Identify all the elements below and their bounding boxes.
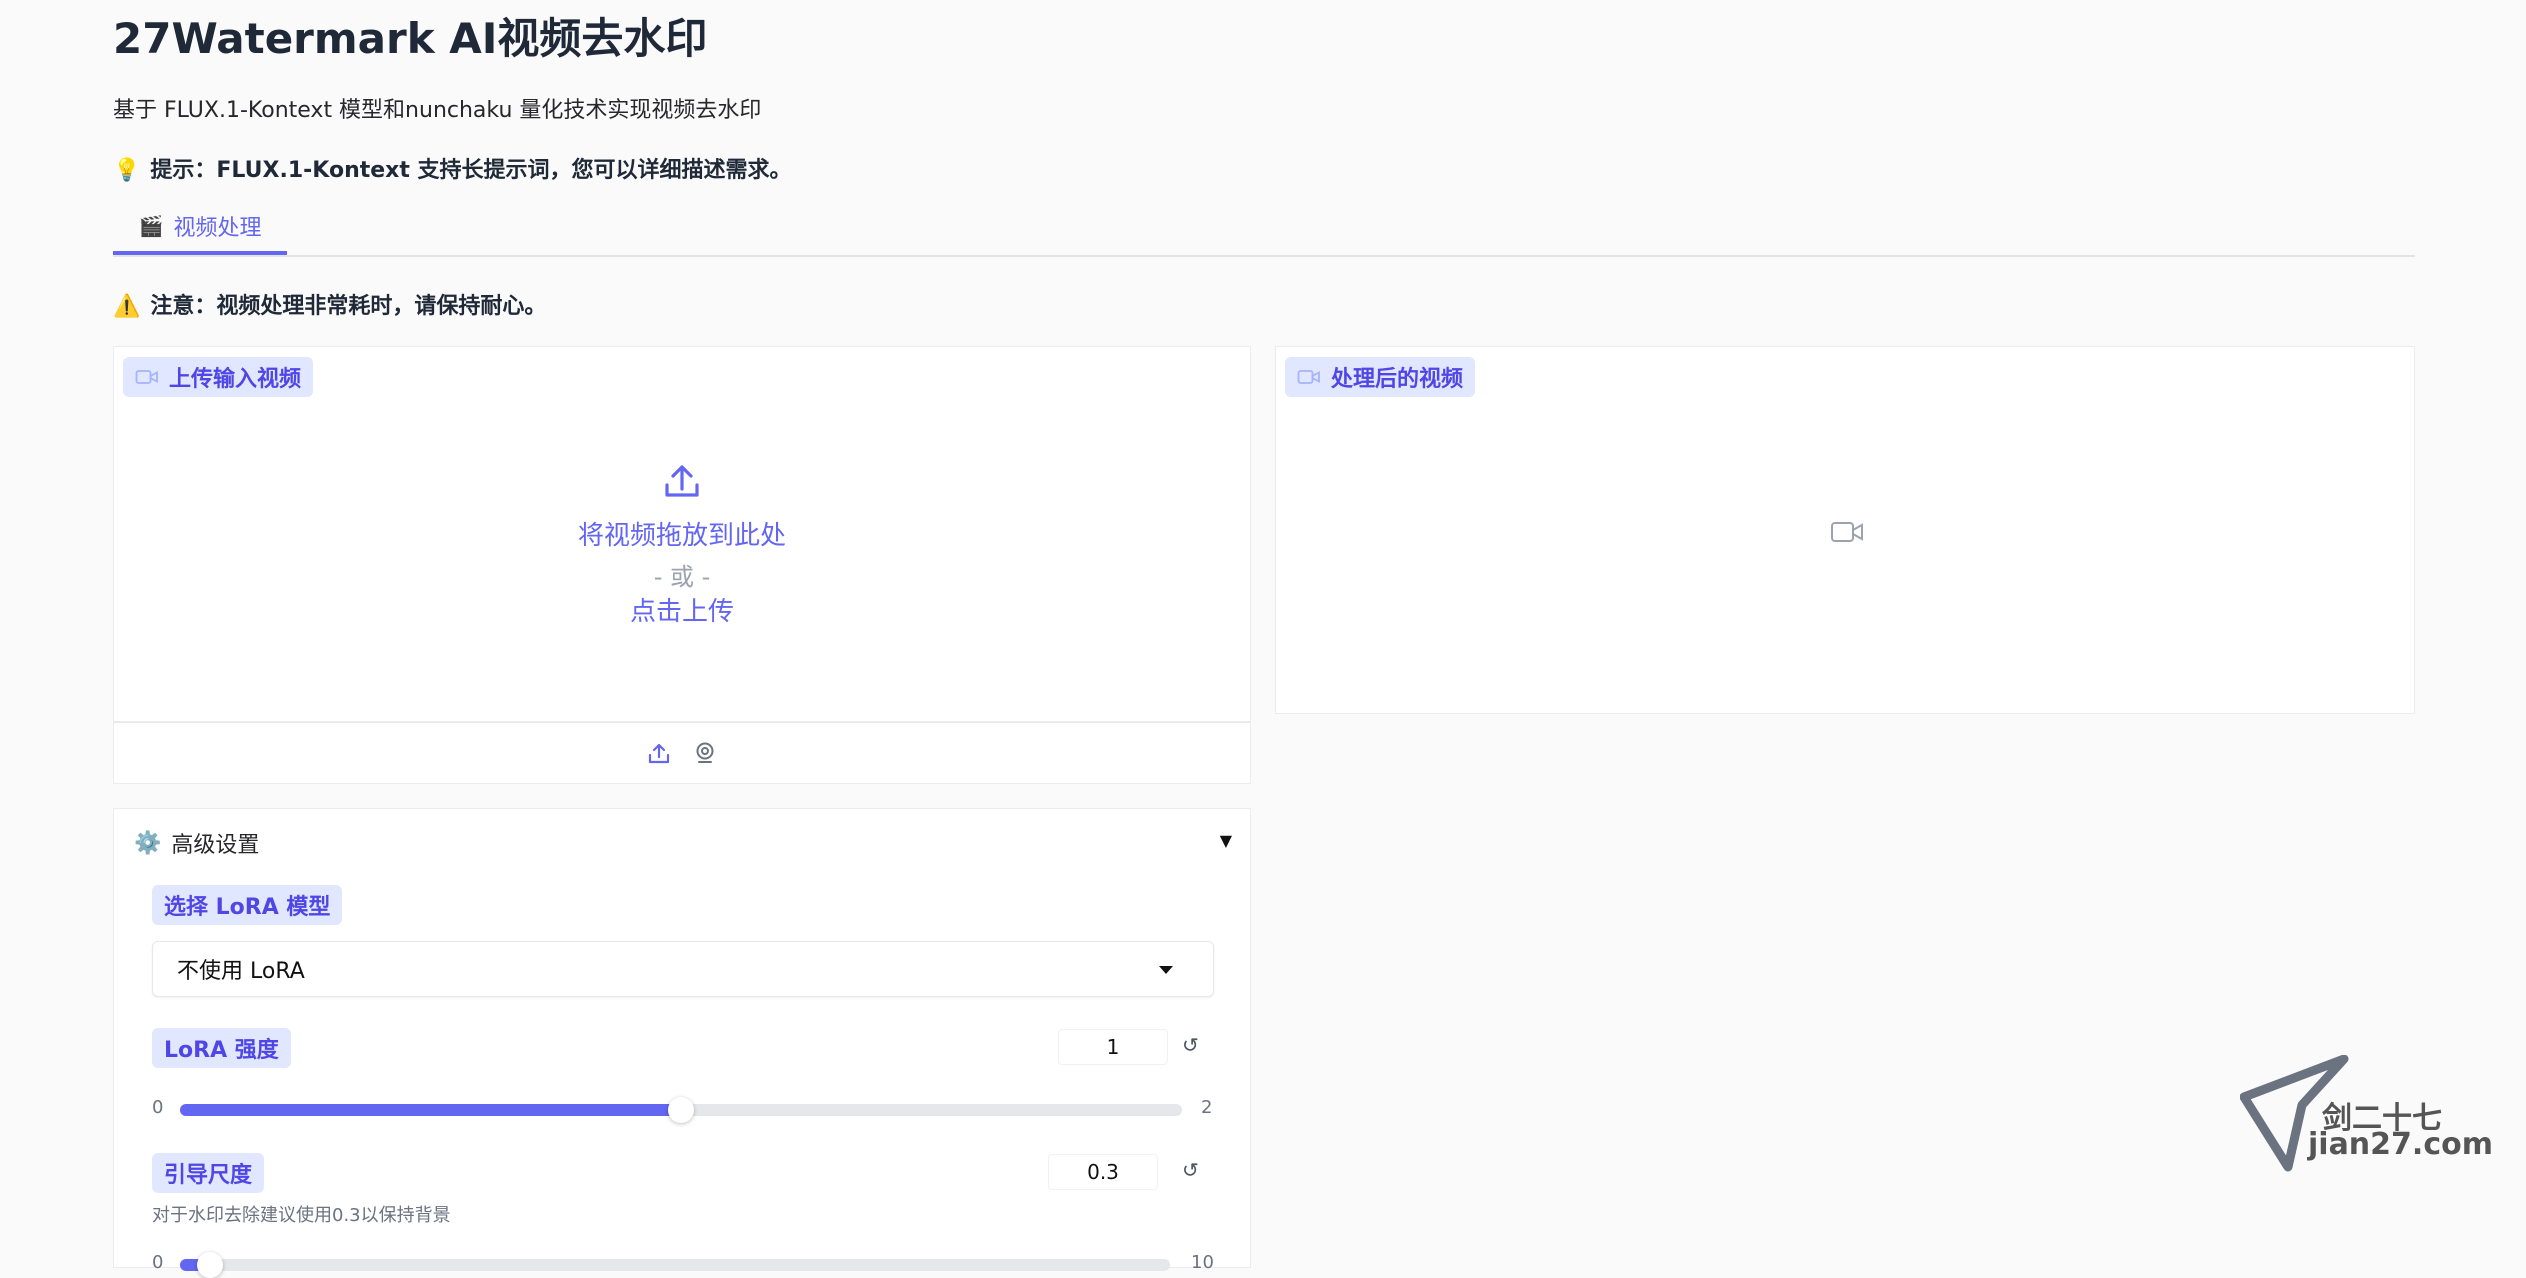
- video-placeholder-icon: [1831, 522, 1863, 542]
- watermark-line2: jian27.com: [2308, 1127, 2493, 1162]
- drop-text: 将视频拖放到此处: [577, 521, 786, 551]
- tip-label: 提示：FLUX.1-Kontext 支持长提示词，您可以详细描述需求。: [150, 158, 792, 183]
- lora-strength-input[interactable]: 1: [1058, 1029, 1168, 1065]
- reset-icon[interactable]: ↺: [1182, 1033, 1199, 1057]
- tip-text: 💡 提示：FLUX.1-Kontext 支持长提示词，您可以详细描述需求。: [113, 152, 792, 184]
- lora-strength-max: 2: [1201, 1097, 1213, 1118]
- webcam-icon: [696, 742, 714, 763]
- lora-strength-thumb[interactable]: [668, 1097, 694, 1123]
- guidance-slider[interactable]: [180, 1252, 1170, 1278]
- click-upload-text[interactable]: 点击上传: [114, 591, 1250, 628]
- upload-source-bar: [113, 722, 1251, 784]
- output-video-label-text: 处理后的视频: [1331, 367, 1464, 392]
- guidance-info: 对于水印去除建议使用0.3以保持背景: [152, 1205, 451, 1226]
- clapperboard-icon: 🎬: [138, 213, 164, 238]
- upload-source-button[interactable]: [645, 739, 673, 767]
- advanced-settings-title: 高级设置: [171, 833, 260, 858]
- input-video-label-text: 上传输入视频: [169, 367, 302, 392]
- tab-bar: 🎬 视频处理: [113, 200, 2415, 257]
- input-video-label: 上传输入视频: [123, 357, 314, 397]
- guidance-label: 引导尺度: [152, 1153, 265, 1193]
- video-upload-dropzone[interactable]: 上传输入视频 将视频拖放到此处 - 或 - 点击上传: [113, 346, 1251, 722]
- notice-label: 注意：视频处理非常耗时，请保持耐心。: [150, 294, 547, 319]
- lora-strength-min: 0: [152, 1097, 164, 1118]
- guidance-input[interactable]: 0.3: [1048, 1154, 1158, 1190]
- output-video-panel: 处理后的视频: [1275, 346, 2415, 714]
- video-camera-icon: [135, 370, 158, 384]
- guidance-min: 0: [152, 1252, 164, 1273]
- lora-model-select[interactable]: 不使用 LoRA: [152, 941, 1214, 997]
- reset-icon[interactable]: ↺: [1182, 1158, 1199, 1182]
- lora-strength-label: LoRA 强度: [152, 1028, 291, 1068]
- gear-icon: ⚙️: [134, 830, 162, 856]
- advanced-settings-accordion: ⚙️ 高级设置 ▼ 选择 LoRA 模型 不使用 LoRA LoRA 强度 1 …: [113, 808, 1251, 1278]
- chevron-down-icon: [1159, 966, 1173, 974]
- upload-icon: [648, 743, 670, 764]
- lora-strength-fill: [180, 1104, 681, 1116]
- video-camera-icon: [1297, 370, 1320, 384]
- notice-text: ⚠️ 注意：视频处理非常耗时，请保持耐心。: [113, 288, 546, 320]
- upload-icon: [665, 465, 699, 497]
- lightbulb-icon: 💡: [113, 158, 141, 183]
- page-subtitle: 基于 FLUX.1-Kontext 模型和nunchaku 量化技术实现视频去水…: [113, 98, 762, 123]
- guidance-thumb[interactable]: [196, 1252, 223, 1278]
- lora-model-selected: 不使用 LoRA: [177, 959, 305, 984]
- collapse-caret-icon[interactable]: ▼: [1220, 831, 1232, 850]
- warning-icon: ⚠️: [113, 294, 141, 319]
- advanced-settings-toggle[interactable]: ⚙️ 高级设置: [134, 827, 259, 859]
- tab-video-processing[interactable]: 🎬 视频处理: [113, 200, 287, 255]
- or-text: - 或 -: [653, 563, 711, 591]
- lora-strength-slider[interactable]: [180, 1097, 1182, 1123]
- lora-model-label: 选择 LoRA 模型: [152, 885, 343, 925]
- webcam-source-button[interactable]: [691, 739, 719, 767]
- tab-label: 视频处理: [173, 215, 262, 241]
- site-watermark-logo: 剑二十七 jian27.com: [2239, 1054, 2493, 1175]
- output-video-label: 处理后的视频: [1285, 357, 1476, 397]
- page-title: 27Watermark AI视频去水印: [113, 14, 708, 63]
- guidance-max: 10: [1191, 1252, 1214, 1273]
